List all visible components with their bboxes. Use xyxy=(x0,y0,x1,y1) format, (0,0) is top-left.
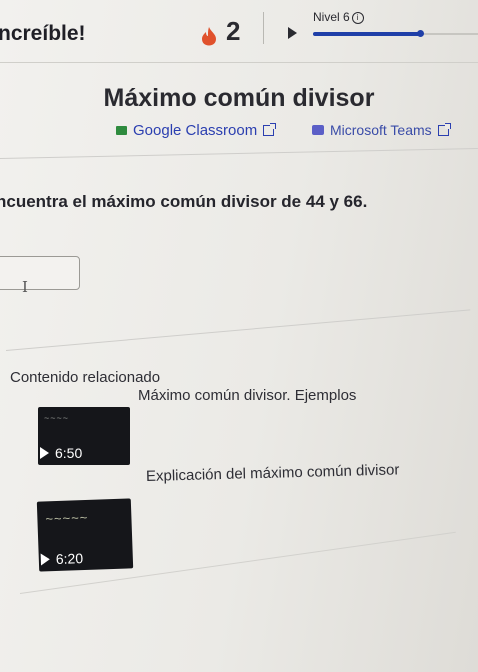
video-duration: 6:50 xyxy=(38,445,82,461)
external-link-icon xyxy=(263,123,277,136)
thumbnail-handwriting: ~~~~~ xyxy=(45,509,89,527)
exercise-page: ncreíble! 2 Nivel 6i Máximo común diviso… xyxy=(0,0,478,672)
google-classroom-icon xyxy=(116,126,127,135)
video-thumbnail[interactable]: ~~~~ 6:50 xyxy=(38,407,130,465)
thumbnail-handwriting: ~~~~ xyxy=(44,413,70,423)
divider xyxy=(5,309,471,351)
streak-message: ncreíble! xyxy=(0,22,86,45)
question-prompt: ncuentra el máximo común divisor de 44 y… xyxy=(0,192,368,211)
video-thumbnail[interactable]: ~~~~~ 6:20 xyxy=(36,498,134,572)
level-label: Nivel 6 xyxy=(313,10,350,24)
microsoft-teams-label: Microsoft Teams xyxy=(330,122,432,138)
answer-input[interactable] xyxy=(0,256,80,290)
external-link-icon xyxy=(437,122,451,136)
google-classroom-label: Google Classroom xyxy=(133,122,258,139)
level-indicator[interactable]: Nivel 6i xyxy=(313,10,364,24)
video-title-link[interactable]: Explicación del máximo común divisor xyxy=(146,461,400,485)
header-divider xyxy=(263,12,264,44)
google-classroom-link[interactable]: Google Classroom xyxy=(116,122,277,139)
play-icon xyxy=(40,447,49,459)
microsoft-teams-link[interactable]: Microsoft Teams xyxy=(312,122,451,138)
streak-count: 2 xyxy=(226,16,241,46)
divider xyxy=(0,147,478,159)
duration-label: 6:20 xyxy=(55,550,84,568)
related-content-heading: Contenido relacionado xyxy=(10,369,161,386)
microsoft-teams-icon xyxy=(312,125,324,135)
level-progress-fill xyxy=(313,32,421,36)
play-icon[interactable] xyxy=(288,27,297,39)
duration-label: 6:50 xyxy=(55,445,83,461)
play-icon xyxy=(40,553,51,566)
level-progress-marker xyxy=(417,30,425,37)
share-links: Google Classroom Microsoft Teams xyxy=(0,122,478,142)
top-bar: ncreíble! 2 Nivel 6i xyxy=(0,0,478,63)
video-title-link[interactable]: Máximo común divisor. Ejemplos xyxy=(138,387,356,404)
flame-icon xyxy=(202,27,216,46)
info-icon[interactable]: i xyxy=(351,12,364,24)
level-progress-bar xyxy=(313,30,478,37)
page-title: Máximo común divisor xyxy=(103,84,375,112)
text-cursor-icon: I xyxy=(22,278,28,296)
video-duration: 6:20 xyxy=(39,550,84,568)
